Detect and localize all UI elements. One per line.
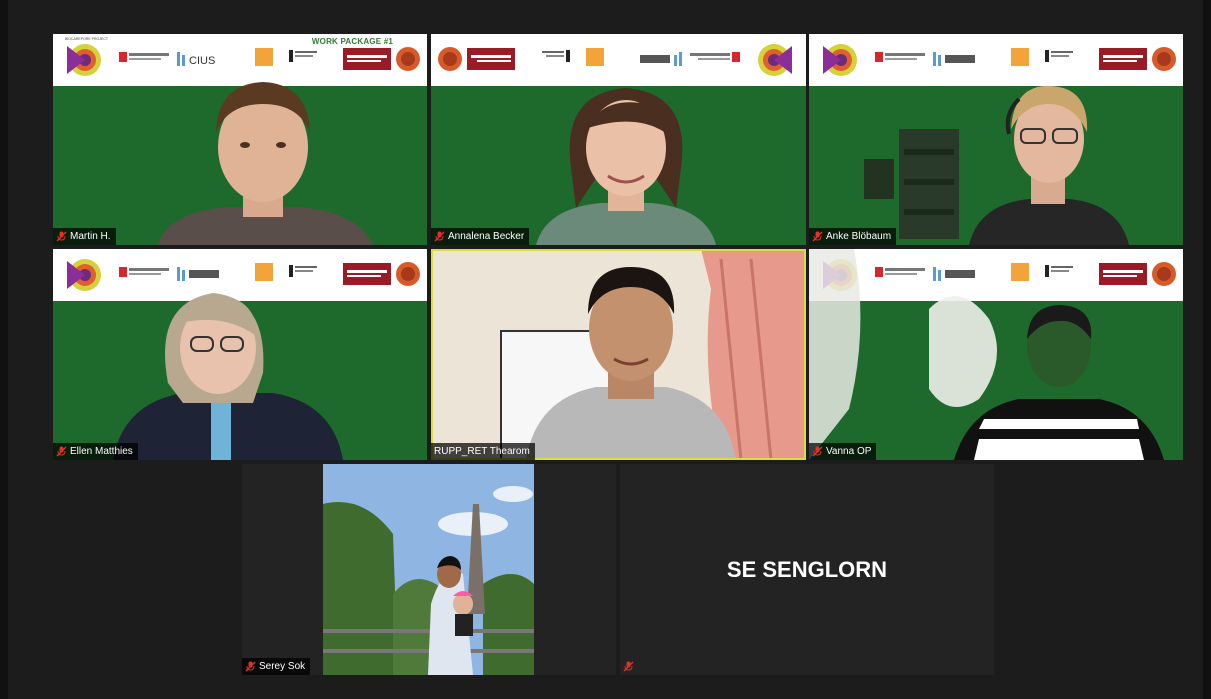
mic-off-icon (245, 661, 256, 672)
sdg-icon (1011, 48, 1029, 66)
participant-display-name: SE SENGLORN (726, 556, 888, 582)
participant-name-tag (620, 658, 642, 675)
participant-tile-annalena[interactable]: Annalena Becker (431, 34, 806, 245)
participant-name-tag: Serey Sok (242, 658, 311, 675)
participant-name: RUPP_RET Thearom (434, 446, 530, 457)
participant-tile-senglorn[interactable]: SE SENGLORN (620, 464, 994, 675)
participant-video-icon (158, 82, 373, 245)
participant-name: Serey Sok (259, 661, 306, 672)
participant-name-tag: Vanna OP (809, 443, 877, 460)
participant-tile-thearom[interactable]: RUPP_RET Thearom (431, 249, 806, 460)
participant-tile-vanna[interactable]: Vanna OP (809, 249, 1183, 460)
mic-off-icon (56, 231, 67, 242)
project-logo-icon (823, 44, 857, 76)
mic-off-icon (434, 231, 445, 242)
participant-video-icon (969, 85, 1129, 245)
zoom-gallery-window: BIOCAREPORE PROJECT CIUS WORK PACKAGE #1 (0, 0, 1211, 699)
participant-name-tag: RUPP_RET Thearom (431, 443, 535, 460)
bmbf-logo-icon (1045, 50, 1073, 62)
mic-off-icon (56, 446, 67, 457)
mic-off-icon (812, 231, 823, 242)
participant-video-icon (536, 88, 716, 245)
university-logo-icon (467, 48, 515, 70)
university-logo-icon (1099, 48, 1147, 70)
participant-name-tag: Ellen Matthies (53, 443, 138, 460)
work-package-label: WORK PACKAGE #1 (311, 37, 393, 46)
participant-tile-anke[interactable]: Anke Blöbaum (809, 34, 1183, 245)
banner-project-label: BIOCAREPORE PROJECT (65, 37, 108, 41)
background-shelf-icon (864, 129, 959, 239)
cius-logo-icon (640, 52, 682, 66)
uhh-logo-icon (875, 52, 925, 62)
university-seal-icon (1152, 47, 1176, 71)
cius-logo-icon (933, 52, 975, 66)
gallery-grid: BIOCAREPORE PROJECT CIUS WORK PACKAGE #1 (8, 0, 1203, 699)
project-logo-icon (67, 44, 101, 76)
mic-off-icon (812, 446, 823, 457)
participant-name-tag: Martin H. (53, 228, 116, 245)
profile-photo-icon (323, 464, 534, 675)
university-logo-icon (343, 263, 391, 285)
participant-name: Vanna OP (826, 446, 872, 457)
participant-tile-ellen[interactable]: Ellen Matthies (53, 249, 427, 460)
participant-name-tag: Anke Blöbaum (809, 228, 897, 245)
participant-name-tag: Annalena Becker (431, 228, 530, 245)
project-logo-icon (758, 44, 792, 76)
participant-name: Martin H. (70, 231, 111, 242)
uhh-logo-icon (690, 52, 740, 62)
sdg-icon (586, 48, 604, 66)
bmbf-logo-icon (542, 50, 570, 62)
participant-name: Annalena Becker (448, 231, 525, 242)
participant-video-icon (526, 267, 736, 460)
participant-video-icon (954, 305, 1164, 460)
participant-tile-martin[interactable]: BIOCAREPORE PROJECT CIUS WORK PACKAGE #1 (53, 34, 427, 245)
university-seal-icon (438, 47, 462, 71)
participant-video-icon (113, 293, 343, 460)
participant-name: Anke Blöbaum (826, 231, 892, 242)
mic-off-icon (623, 661, 634, 672)
participant-tile-serey[interactable]: Serey Sok (242, 464, 616, 675)
university-seal-icon (396, 262, 420, 286)
university-seal-icon (396, 47, 420, 71)
participant-name: Ellen Matthies (70, 446, 133, 457)
project-logo-icon (67, 259, 101, 291)
